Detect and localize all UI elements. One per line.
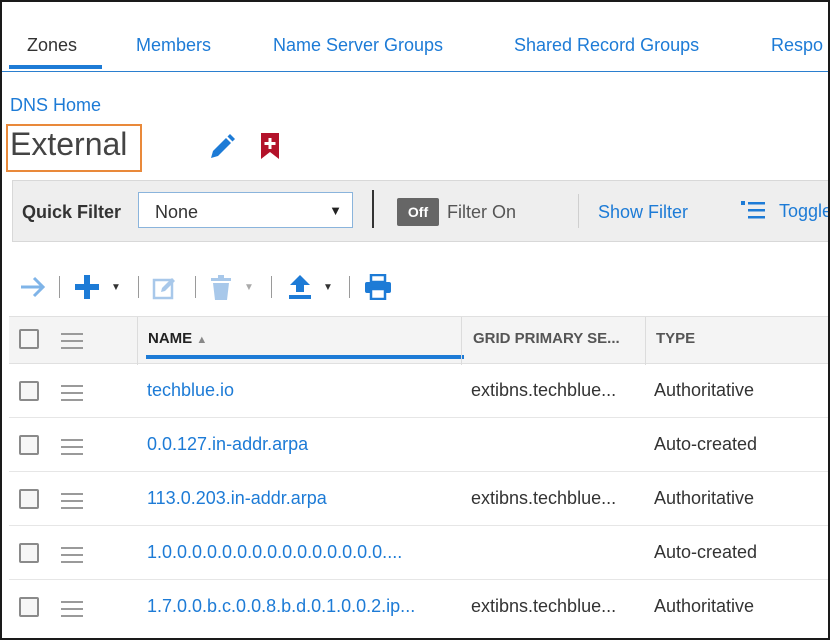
filter-toggle[interactable]: Off [397,198,439,226]
select-all-checkbox[interactable] [19,329,39,349]
row-checkbox[interactable] [19,381,39,401]
list-toggle-icon[interactable] [740,199,766,223]
zone-name-link[interactable]: 113.0.203.in-addr.arpa [147,488,452,509]
zone-type-cell: Authoritative [654,596,755,616]
filter-divider-light [578,194,579,228]
zone-type-cell: Authoritative [654,380,755,400]
row-checkbox[interactable] [19,543,39,563]
row-checkbox[interactable] [19,597,39,617]
toolbar-separator [195,276,196,298]
column-menu-icon[interactable] [61,333,83,349]
arrow-right-icon[interactable] [19,274,47,300]
table-header: NAME ▲ GRID PRIMARY SE... TYPE [9,316,829,365]
quick-filter-value: None [155,202,199,222]
tab-name-server-groups[interactable]: Name Server Groups [273,35,443,56]
show-filter-link[interactable]: Show Filter [598,202,688,223]
sort-ascending-icon: ▲ [196,334,208,346]
trash-icon[interactable] [209,275,233,301]
pencil-icon[interactable] [208,133,236,161]
quick-filter-label: Quick Filter [22,202,122,222]
row-menu-icon[interactable] [61,385,83,401]
quick-filter-select[interactable]: None ▼ [138,192,353,228]
column-divider [461,317,462,365]
zone-name-link[interactable]: 0.0.127.in-addr.arpa [147,434,452,455]
toolbar-separator [59,276,60,298]
zone-type-cell: Auto-created [654,542,758,562]
edit-document-icon[interactable] [152,275,178,301]
app-frame: Zones Members Name Server Groups Shared … [0,0,830,640]
table-row[interactable]: 113.0.203.in-addr.arpa extibns.techblue.… [9,472,828,526]
row-menu-icon[interactable] [61,439,83,455]
row-checkbox[interactable] [19,489,39,509]
delete-caret-icon[interactable]: ▼ [244,282,254,293]
zone-type-cell: Auto-created [654,434,758,454]
toggle-link[interactable]: Toggle [779,201,828,222]
active-tab-indicator [9,65,102,69]
toolbar-separator [349,276,350,298]
zone-type-cell: Authoritative [654,488,755,508]
export-caret-icon[interactable]: ▼ [323,282,333,293]
column-header-name[interactable]: NAME ▲ [148,330,207,347]
tab-shared-record-groups[interactable]: Shared Record Groups [514,35,699,56]
zone-name-link[interactable]: 1.7.0.0.b.c.0.0.8.b.d.0.1.0.0.2.ip... [147,596,452,617]
sort-indicator [146,355,464,359]
page-title: External [10,126,128,162]
filter-on-label: Filter On [447,202,517,222]
column-header-grid-primary[interactable]: GRID PRIMARY SE... [473,330,620,347]
row-checkbox[interactable] [19,435,39,455]
table-row[interactable]: techblue.io extibns.techblue... Authorit… [9,364,828,418]
grid-primary-cell: extibns.techblue... [471,380,617,400]
column-header-name-label: NAME [148,330,193,347]
row-menu-icon[interactable] [61,547,83,563]
print-icon[interactable] [364,274,392,300]
grid-primary-cell: extibns.techblue... [471,488,617,508]
tab-members[interactable]: Members [136,35,211,56]
zone-name-link[interactable]: techblue.io [147,380,452,401]
table-row[interactable]: 0.0.127.in-addr.arpa Auto-created [9,418,828,472]
column-divider [137,317,138,365]
plus-icon[interactable] [73,273,101,301]
tab-responses[interactable]: Respo [771,35,823,56]
table-row[interactable]: 1.0.0.0.0.0.0.0.0.0.0.0.0.0.0.0.... Auto… [9,526,828,580]
column-divider [645,317,646,365]
toolbar-separator [271,276,272,298]
tab-bar: Zones Members Name Server Groups Shared … [2,2,828,72]
toolbar-separator [138,276,139,298]
grid-primary-cell: extibns.techblue... [471,596,617,616]
table-row[interactable]: 1.7.0.0.b.c.0.0.8.b.d.0.1.0.0.2.ip... ex… [9,580,828,634]
dropdown-arrow-icon: ▼ [329,203,342,218]
row-menu-icon[interactable] [61,493,83,509]
bookmark-icon[interactable] [258,132,282,160]
export-upload-icon[interactable] [286,273,314,301]
add-caret-icon[interactable]: ▼ [111,282,121,293]
row-menu-icon[interactable] [61,601,83,617]
column-header-type[interactable]: TYPE [656,330,695,347]
filter-divider [372,190,374,228]
zone-name-link[interactable]: 1.0.0.0.0.0.0.0.0.0.0.0.0.0.0.0.... [147,542,452,563]
breadcrumb-dns-home[interactable]: DNS Home [10,95,101,116]
column-divider [828,317,829,365]
tab-zones[interactable]: Zones [27,35,77,56]
